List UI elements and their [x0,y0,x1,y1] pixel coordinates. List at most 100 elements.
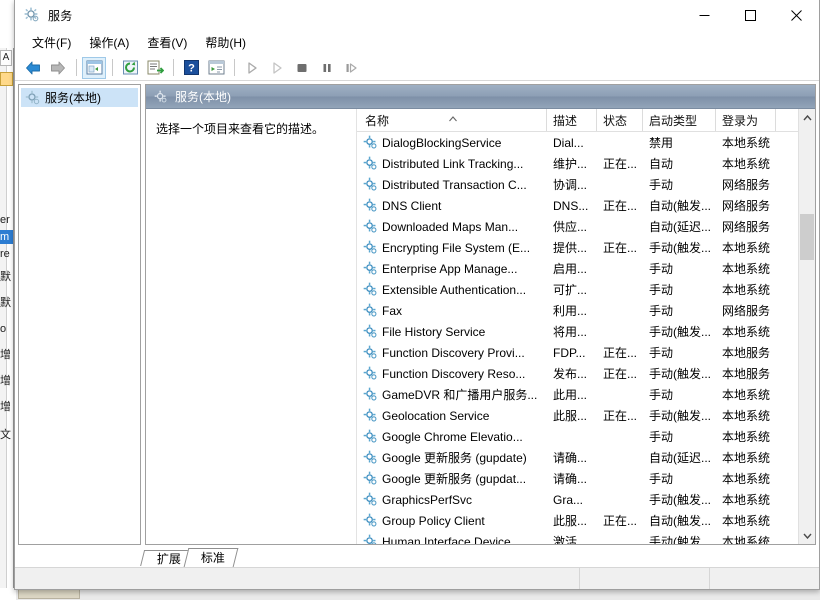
table-row[interactable]: Fax 利用... 手动 网络服务 [359,300,815,321]
close-button[interactable] [773,0,819,31]
table-row[interactable]: Google 更新服务 (gupdat... 请确... 手动 本地系统 [359,468,815,489]
cell-startup-type: 手动 [649,178,674,192]
stop-service-icon[interactable] [290,57,314,79]
back-icon[interactable] [21,57,45,79]
table-row[interactable]: Distributed Transaction C... 协调... 手动 网络服务 [359,174,815,195]
menu-action[interactable]: 操作(A) [80,33,138,54]
column-header-name[interactable]: 名称 [359,109,547,131]
cell-status: 正在... [603,367,638,381]
table-row[interactable]: DNS Client DNS... 正在... 自动(触发... 网络服务 [359,195,815,216]
window-body: 服务(本地) 服务(本地) 选择一个项目来查看它的描述。 名称 描述 状态 启动… [15,81,819,545]
start-service-icon[interactable] [240,57,264,79]
cell-logon-as: 本地系统 [722,430,771,444]
background-window-sliver[interactable]: A er m re 默 默 o 增 增 增 文 [0,48,14,588]
gear-icon [25,90,41,106]
cell-description: 发布... [553,367,588,381]
column-header-startup-type[interactable]: 启动类型 [643,109,716,131]
table-row[interactable]: Encrypting File System (E... 提供... 正在... 手动… [359,237,815,258]
column-header-status[interactable]: 状态 [597,109,643,131]
table-row[interactable]: Enterprise App Manage... 启用... 手动 本地系统 [359,258,815,279]
cell-description: 维护... [553,157,588,171]
service-gear-icon [363,303,378,318]
cell-logon-as: 本地系统 [722,493,771,507]
scrollbar-thumb[interactable] [800,214,814,260]
column-header-description[interactable]: 描述 [547,109,597,131]
scroll-down-icon[interactable] [799,527,815,544]
menu-file[interactable]: 文件(F) [23,33,80,54]
column-header-logon-as[interactable]: 登录为 [716,109,776,131]
cell-description: 此服... [553,409,588,423]
table-row[interactable]: Human Interface Device... 激活... 手动(触发... 本地… [359,531,815,544]
cell-startup-type: 手动 [649,283,674,297]
tree-node-label: 服务(本地) [45,91,101,105]
cell-logon-as: 本地系统 [722,535,771,544]
menu-bar: 文件(F) 操作(A) 查看(V) 帮助(H) [15,31,819,55]
cell-service-name: Human Interface Device... [359,534,547,544]
table-row[interactable]: GraphicsPerfSvc Gra... 手动(触发... 本地系统 [359,489,815,510]
service-name-label: Distributed Link Tracking... [382,156,524,171]
refresh-icon[interactable] [118,57,142,79]
table-row[interactable]: Downloaded Maps Man... 供应... 自动(延迟... 网络服务 [359,216,815,237]
tree-node-services-local[interactable]: 服务(本地) [21,88,138,107]
cell-service-name: DNS Client [359,198,547,213]
resume-service-icon[interactable] [340,57,364,79]
cell-logon-as: 网络服务 [722,199,771,213]
cell-description: 启用... [553,262,588,276]
table-row[interactable]: DialogBlockingService Dial... 禁用 本地系统 [359,132,815,153]
properties-icon[interactable] [204,57,228,79]
service-name-label: Group Policy Client [382,513,485,528]
cell-service-name: Downloaded Maps Man... [359,219,547,234]
help-icon[interactable]: ? [179,57,203,79]
pause-service-icon[interactable] [315,57,339,79]
menu-view[interactable]: 查看(V) [138,33,196,54]
table-row[interactable]: Google 更新服务 (gupdate) 请确... 自动(延迟... 本地系统 [359,447,815,468]
services-list-rows[interactable]: DialogBlockingService Dial... 禁用 本地系统 Distri… [357,132,815,544]
cell-startup-type: 手动 [649,304,674,318]
table-row[interactable]: Distributed Link Tracking... 维护... 正在... 自动… [359,153,815,174]
cell-startup-type: 手动 [649,346,674,360]
window-title: 服务 [48,8,73,23]
scroll-up-icon[interactable] [799,109,815,126]
background-taskbar-chunk [18,589,80,599]
export-list-icon[interactable] [143,57,167,79]
cell-logon-as: 网络服务 [722,178,771,192]
restart-service-icon[interactable] [265,57,289,79]
table-row[interactable]: File History Service 将用... 手动(触发... 本地系统 [359,321,815,342]
cell-service-name: GraphicsPerfSvc [359,492,547,507]
service-description-pane: 选择一个项目来查看它的描述。 [146,109,356,544]
menu-help[interactable]: 帮助(H) [196,33,255,54]
table-row[interactable]: Function Discovery Provi... FDP... 正在... 手动… [359,342,815,363]
toolbar-separator [234,59,235,76]
svg-text:?: ? [188,63,195,75]
cell-status: 正在... [603,199,638,213]
show-hide-tree-icon[interactable] [82,56,106,79]
list-vertical-scrollbar[interactable] [798,109,815,544]
maximize-button[interactable] [727,0,773,31]
results-pane-content: 选择一个项目来查看它的描述。 名称 描述 状态 启动类型 登录为 DialogB… [146,109,815,544]
forward-icon[interactable] [46,57,70,79]
service-name-label: DialogBlockingService [382,135,502,150]
service-gear-icon [363,324,378,339]
service-gear-icon [363,387,378,402]
table-row[interactable]: Google Chrome Elevatio... 手动 本地系统 [359,426,815,447]
cell-startup-type: 手动(触发... [649,367,711,381]
table-row[interactable]: Geolocation Service 此服... 正在... 手动(触发... 本地系… [359,405,815,426]
table-row[interactable]: Function Discovery Reso... 发布... 正在... 手动(触… [359,363,815,384]
view-tabs: 扩展 标准 [15,545,819,567]
service-name-label: Distributed Transaction C... [382,177,527,192]
tab-standard[interactable]: 标准 [183,548,239,567]
table-row[interactable]: Group Policy Client 此服... 正在... 自动(触发... 本地系… [359,510,815,531]
cell-startup-type: 手动(触发... [649,409,711,423]
cell-logon-as: 本地系统 [722,325,771,339]
background-text-fragment: 增 [0,401,11,413]
cell-startup-type: 自动(延迟... [649,220,711,234]
scrollbar-track[interactable] [799,126,815,527]
list-column-headers: 名称 描述 状态 启动类型 登录为 [357,109,815,132]
table-row[interactable]: Extensible Authentication... 可扩... 手动 本地系统 [359,279,815,300]
cell-service-name: Distributed Link Tracking... [359,156,547,171]
cell-description: 供应... [553,220,588,234]
minimize-button[interactable] [681,0,727,31]
table-row[interactable]: GameDVR 和广播用户服务... 此用... 手动 本地系统 [359,384,815,405]
cell-service-name: File History Service [359,324,547,339]
cell-startup-type: 手动 [649,430,674,444]
